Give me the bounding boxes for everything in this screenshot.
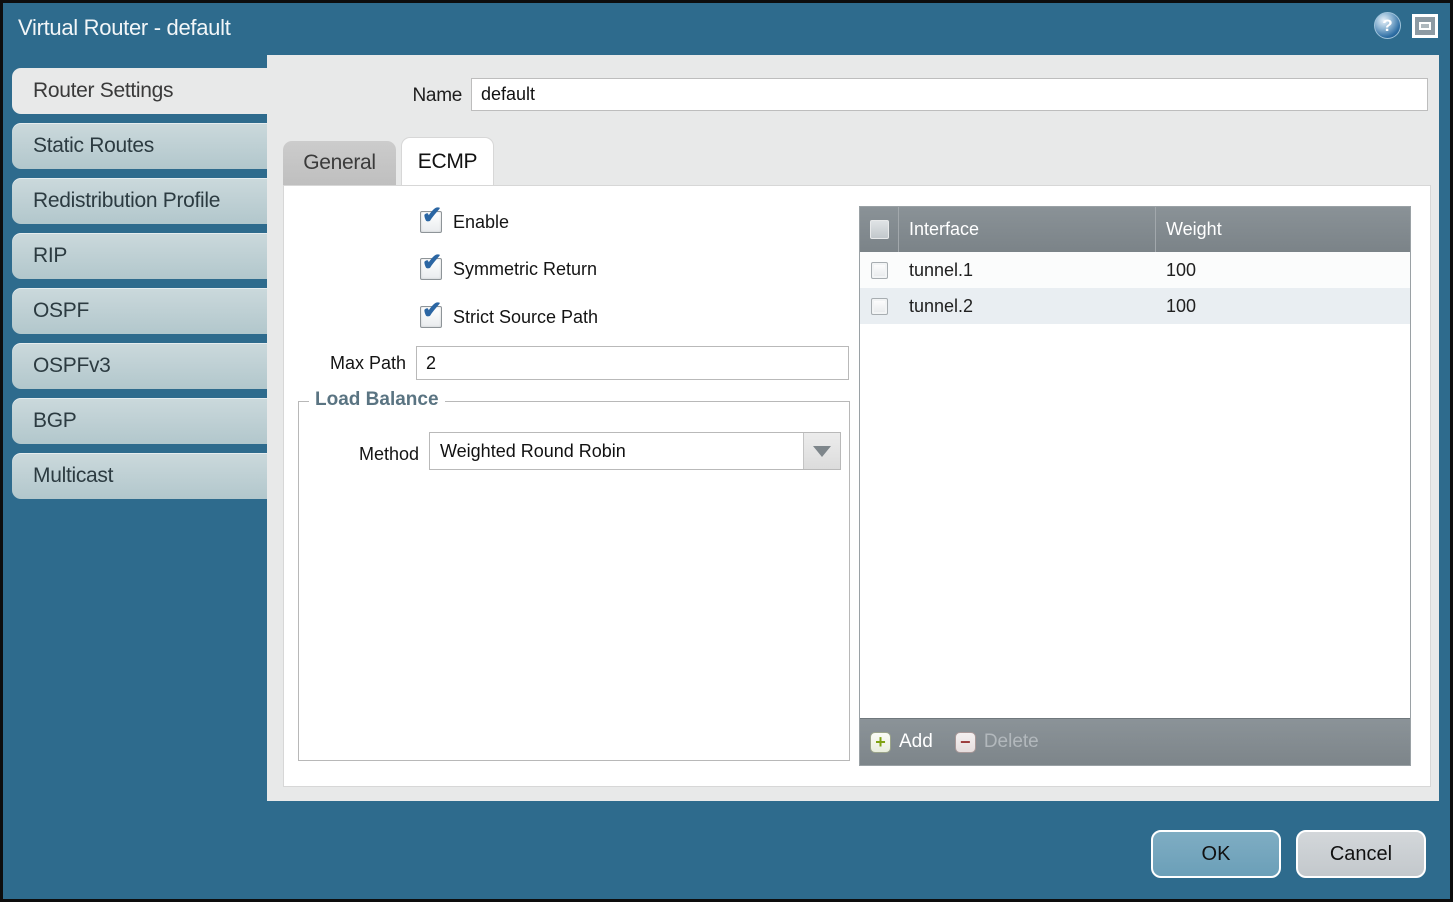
symmetric-return-label: Symmetric Return: [453, 259, 597, 280]
row-checkbox-cell: [860, 288, 899, 324]
chevron-down-icon: [813, 446, 831, 457]
max-path-input[interactable]: [416, 346, 849, 380]
load-balance-groupbox: Load Balance Method Weighted Round Robin: [298, 401, 850, 761]
max-path-label: Max Path: [302, 353, 406, 374]
header-checkbox-cell: [860, 207, 899, 252]
help-icon[interactable]: ?: [1374, 12, 1401, 39]
table-empty-area: [860, 324, 1410, 718]
table-toolbar: + Add − Delete: [860, 718, 1410, 765]
column-header-interface[interactable]: Interface: [899, 207, 1156, 252]
enable-label: Enable: [453, 212, 509, 233]
column-header-weight[interactable]: Weight: [1156, 207, 1410, 252]
sidebar-item-router-settings[interactable]: Router Settings: [12, 68, 267, 114]
cancel-button[interactable]: Cancel: [1296, 830, 1426, 878]
sidebar: Router Settings Static Routes Redistribu…: [12, 68, 267, 508]
table-header-row: Interface Weight: [860, 207, 1410, 252]
enable-row: ✔ Enable: [420, 211, 509, 233]
table-row[interactable]: tunnel.2 100: [860, 288, 1410, 324]
dialog-title: Virtual Router - default: [18, 15, 231, 41]
sidebar-item-ospfv3[interactable]: OSPFv3: [12, 343, 267, 389]
sidebar-item-bgp[interactable]: BGP: [12, 398, 267, 444]
cell-interface[interactable]: tunnel.2: [899, 288, 1156, 324]
row-checkbox[interactable]: [871, 298, 888, 315]
load-balance-legend: Load Balance: [309, 389, 445, 411]
title-bar-icons: ?: [1374, 12, 1438, 39]
content-pane: Name General ECMP ✔ Enable ✔ Symmetric R…: [267, 55, 1439, 801]
cell-weight[interactable]: 100: [1156, 252, 1410, 288]
add-button-label: Add: [899, 731, 933, 753]
method-dropdown[interactable]: Weighted Round Robin: [429, 432, 841, 470]
delete-button-label: Delete: [984, 731, 1039, 753]
sidebar-item-redistribution-profile[interactable]: Redistribution Profile: [12, 178, 267, 224]
cell-weight[interactable]: 100: [1156, 288, 1410, 324]
method-label: Method: [329, 444, 419, 465]
question-glyph: ?: [1382, 16, 1392, 36]
method-dropdown-button[interactable]: [803, 433, 840, 469]
strict-source-path-label: Strict Source Path: [453, 307, 598, 328]
sidebar-item-multicast[interactable]: Multicast: [12, 453, 267, 499]
delete-button[interactable]: − Delete: [955, 731, 1039, 753]
check-icon: ✔: [422, 299, 442, 323]
method-dropdown-value: Weighted Round Robin: [430, 433, 803, 469]
enable-checkbox[interactable]: ✔: [420, 211, 442, 233]
window-restore-icon[interactable]: [1412, 14, 1438, 38]
minus-glyph: −: [960, 733, 971, 751]
ecmp-tab-panel: ✔ Enable ✔ Symmetric Return ✔ Strict Sou…: [283, 185, 1431, 787]
table-row[interactable]: tunnel.1 100: [860, 252, 1410, 288]
cell-interface[interactable]: tunnel.1: [899, 252, 1156, 288]
minus-icon: −: [955, 732, 976, 753]
name-input[interactable]: [471, 78, 1428, 111]
sidebar-item-static-routes[interactable]: Static Routes: [12, 123, 267, 169]
interface-table: Interface Weight tunnel.1 100 tunnel.2 1…: [859, 206, 1411, 766]
select-all-checkbox[interactable]: [870, 220, 889, 239]
strict-source-path-row: ✔ Strict Source Path: [420, 306, 598, 328]
symmetric-return-checkbox[interactable]: ✔: [420, 258, 442, 280]
plus-glyph: +: [875, 733, 886, 751]
virtual-router-dialog: Virtual Router - default ? Router Settin…: [0, 0, 1453, 902]
tab-general[interactable]: General: [283, 141, 396, 185]
title-bar: Virtual Router - default ?: [3, 3, 1450, 55]
strict-source-path-checkbox[interactable]: ✔: [420, 306, 442, 328]
check-icon: ✔: [422, 204, 442, 228]
ok-button[interactable]: OK: [1151, 830, 1281, 878]
row-checkbox-cell: [860, 252, 899, 288]
check-icon: ✔: [422, 251, 442, 275]
tab-ecmp[interactable]: ECMP: [401, 137, 494, 185]
name-label: Name: [367, 85, 462, 107]
add-button[interactable]: + Add: [870, 731, 933, 753]
sidebar-item-rip[interactable]: RIP: [12, 233, 267, 279]
plus-icon: +: [870, 732, 891, 753]
window-restore-icon-inner: [1419, 22, 1431, 30]
row-checkbox[interactable]: [871, 262, 888, 279]
symmetric-return-row: ✔ Symmetric Return: [420, 258, 597, 280]
sidebar-item-ospf[interactable]: OSPF: [12, 288, 267, 334]
